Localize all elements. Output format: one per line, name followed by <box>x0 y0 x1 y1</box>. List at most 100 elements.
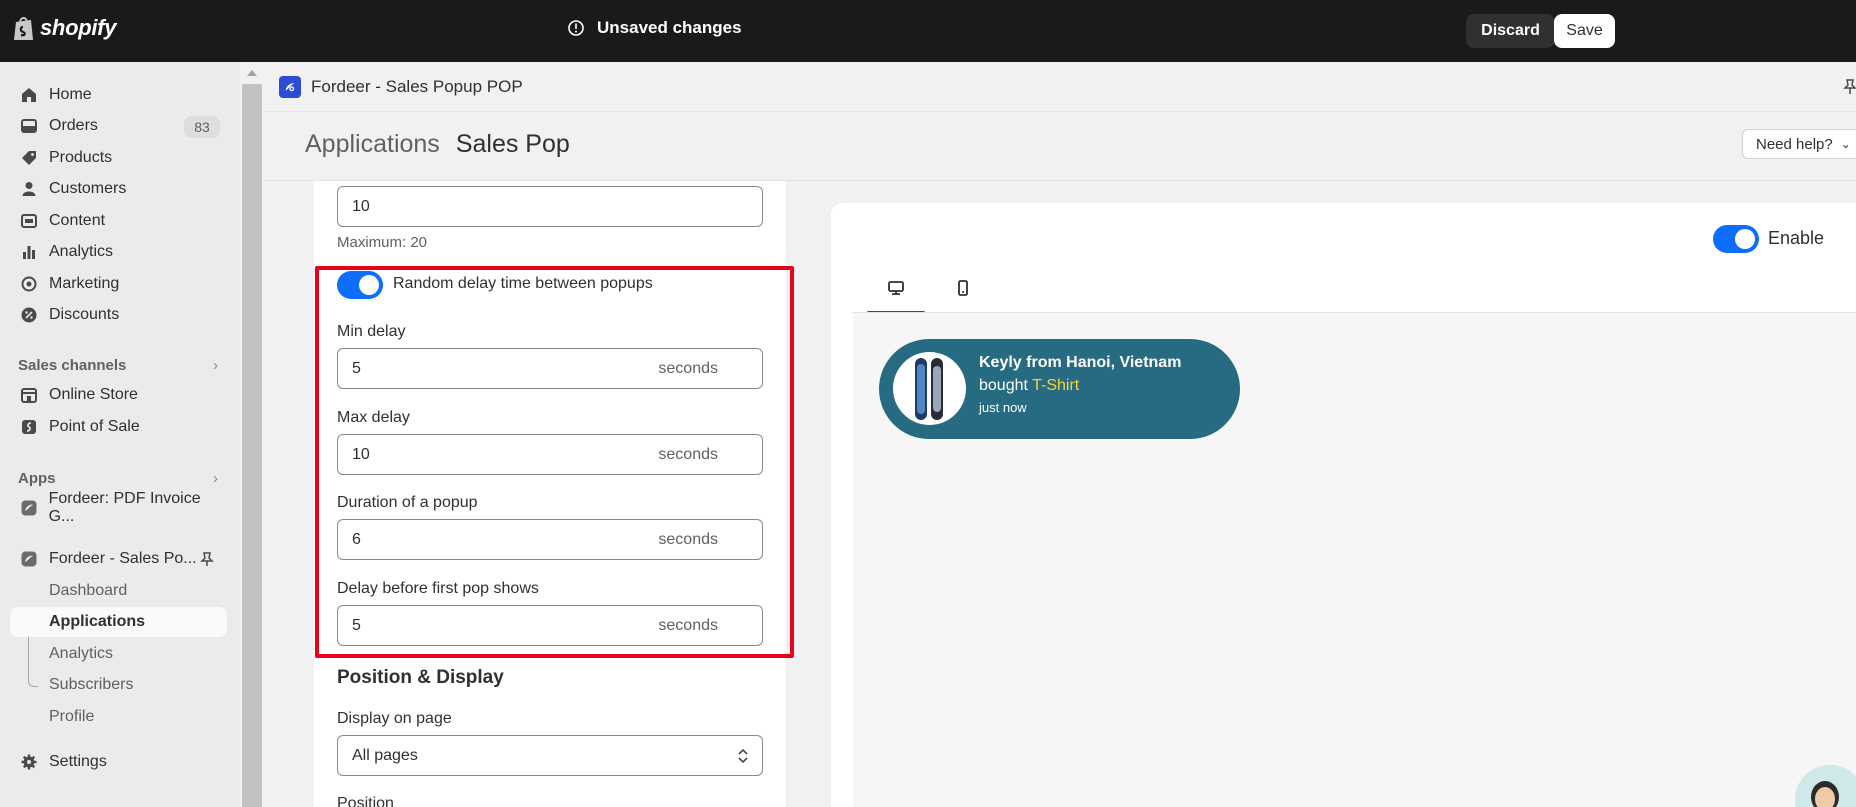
app-title: Fordeer - Sales Popup POP <box>311 76 523 96</box>
app-header: Fordeer - Sales Popup POP <box>264 62 1856 112</box>
tab-desktop[interactable] <box>867 264 925 314</box>
seconds-suffix: seconds <box>658 616 718 634</box>
sidebar-item-label: Customers <box>49 180 127 197</box>
discount-icon <box>19 305 39 325</box>
scroll-up-arrow-icon[interactable] <box>247 70 257 76</box>
sales-channels-label: Sales channels <box>18 357 127 374</box>
max-help-text: Maximum: 20 <box>337 234 428 251</box>
seconds-suffix: seconds <box>658 359 718 377</box>
max-delay-label: Max delay <box>337 409 410 426</box>
sidebar-item-online-store[interactable]: Online Store <box>10 380 227 410</box>
sidebar-item-label: Online Store <box>49 386 138 403</box>
select-value: All pages <box>352 746 418 764</box>
sidebar-item-customers[interactable]: Customers <box>10 174 227 204</box>
sidebar: Home Orders 83 Products Customers Conten… <box>0 62 240 807</box>
apps-label: Apps <box>18 470 56 487</box>
toggle-knob <box>1735 229 1755 249</box>
first-delay-label: Delay before first pop shows <box>337 580 539 597</box>
popup-customer: Keyly from Hanoi, Vietnam <box>979 354 1182 371</box>
input-value: 5 <box>352 359 361 377</box>
toggle-knob <box>359 275 379 295</box>
enable-toggle[interactable] <box>1713 225 1759 253</box>
sidebar-item-marketing[interactable]: Marketing <box>10 269 227 299</box>
sidebar-item-settings[interactable]: Settings <box>10 747 227 777</box>
sidebar-item-fordeer-pdf-invoice[interactable]: Fordeer: PDF Invoice G... <box>10 490 227 525</box>
sales-channels-header[interactable]: Sales channels › <box>18 357 218 374</box>
display-on-page-select[interactable]: All pages <box>337 735 763 776</box>
pos-icon <box>19 417 39 437</box>
max-delay-input[interactable]: 10 seconds <box>337 434 763 475</box>
enable-label: Enable <box>1768 228 1825 248</box>
input-value: 10 <box>352 445 370 463</box>
sidebar-item-label: Home <box>49 86 92 103</box>
pin-icon[interactable] <box>1842 77 1856 97</box>
input-value: 10 <box>352 197 370 215</box>
sidebar-item-label: Products <box>49 149 113 166</box>
sidebar-item-label: Content <box>49 212 106 229</box>
sidebar-item-label: Fordeer: PDF Invoice G... <box>48 490 201 525</box>
sidebar-item-label: Fordeer - Sales Po... <box>49 550 197 567</box>
sidebar-subitem-subscribers[interactable]: Subscribers <box>10 670 227 700</box>
fordeer-app-logo-icon <box>279 75 301 98</box>
sidebar-item-point-of-sale[interactable]: Point of Sale <box>10 412 227 442</box>
discard-button[interactable]: Discard <box>1466 14 1555 48</box>
bar-chart-icon <box>19 242 39 262</box>
apps-header[interactable]: Apps › <box>18 470 218 487</box>
sidebar-item-label: Point of Sale <box>49 418 140 435</box>
orders-count-badge: 83 <box>184 116 220 138</box>
sidebar-item-discounts[interactable]: Discounts <box>10 300 227 330</box>
gear-icon <box>19 752 39 772</box>
shopify-bag-icon <box>14 17 33 40</box>
popup-bought-line: bought T-Shirt <box>979 377 1079 395</box>
scrollbar-thumb[interactable] <box>242 84 262 807</box>
top-bar: shopify Unsaved changes Discard Save <box>0 0 1856 62</box>
sidebar-subitem-dashboard[interactable]: Dashboard <box>10 576 227 606</box>
chevron-down-icon: ⌄ <box>1840 137 1851 151</box>
seconds-suffix: seconds <box>658 445 718 463</box>
position-label: Position <box>337 795 394 807</box>
popup-bought-prefix: bought <box>979 377 1033 394</box>
sidebar-item-analytics[interactable]: Analytics <box>10 237 227 267</box>
shopify-logo[interactable]: shopify <box>12 14 116 42</box>
min-delay-label: Min delay <box>337 323 406 340</box>
content-icon <box>19 211 39 231</box>
sidebar-item-label: Settings <box>49 753 107 770</box>
duration-input[interactable]: 6 seconds <box>337 519 763 560</box>
scrollbar[interactable] <box>240 62 264 807</box>
sidebar-item-label: Discounts <box>49 306 120 323</box>
need-help-label: Need help? <box>1756 135 1833 153</box>
tab-mobile[interactable] <box>934 264 992 312</box>
seconds-suffix: seconds <box>658 530 718 548</box>
select-arrows-icon <box>738 748 748 764</box>
max-popups-input[interactable]: 10 <box>337 186 763 227</box>
sidebar-item-orders[interactable]: Orders 83 <box>10 111 227 141</box>
sidebar-item-home[interactable]: Home <box>10 80 227 110</box>
first-delay-input[interactable]: 5 seconds <box>337 605 763 646</box>
sidebar-subitem-profile[interactable]: Profile <box>10 702 227 732</box>
app-icon <box>19 549 39 569</box>
breadcrumb-parent[interactable]: Applications <box>305 130 440 159</box>
app-icon <box>19 498 39 518</box>
random-delay-toggle[interactable] <box>337 271 383 299</box>
sidebar-item-label: Analytics <box>49 243 114 260</box>
sales-popup-preview[interactable]: Keyly from Hanoi, Vietnam bought T-Shirt… <box>879 339 1240 439</box>
save-button[interactable]: Save <box>1554 14 1615 48</box>
sidebar-subitem-analytics[interactable]: Analytics <box>10 639 227 669</box>
min-delay-input[interactable]: 5 seconds <box>337 348 763 389</box>
pin-icon[interactable] <box>199 551 215 567</box>
sidebar-item-fordeer-sales-pop[interactable]: Fordeer - Sales Po... <box>10 544 227 574</box>
sidebar-item-products[interactable]: Products <box>10 143 227 173</box>
sidebar-item-label: Orders <box>49 117 98 134</box>
info-icon <box>568 20 584 36</box>
need-help-button[interactable]: Need help? ⌄ <box>1742 129 1856 159</box>
popup-time: just now <box>979 400 1027 415</box>
position-display-title: Position & Display <box>337 667 504 688</box>
sidebar-item-content[interactable]: Content <box>10 206 227 236</box>
random-delay-label: Random delay time between popups <box>393 275 653 292</box>
orders-icon <box>19 116 39 136</box>
mobile-icon <box>958 280 968 296</box>
page-title: Sales Pop <box>455 130 570 158</box>
duration-label: Duration of a popup <box>337 494 478 511</box>
sidebar-subitem-applications[interactable]: Applications <box>10 607 227 637</box>
person-icon <box>19 179 39 199</box>
